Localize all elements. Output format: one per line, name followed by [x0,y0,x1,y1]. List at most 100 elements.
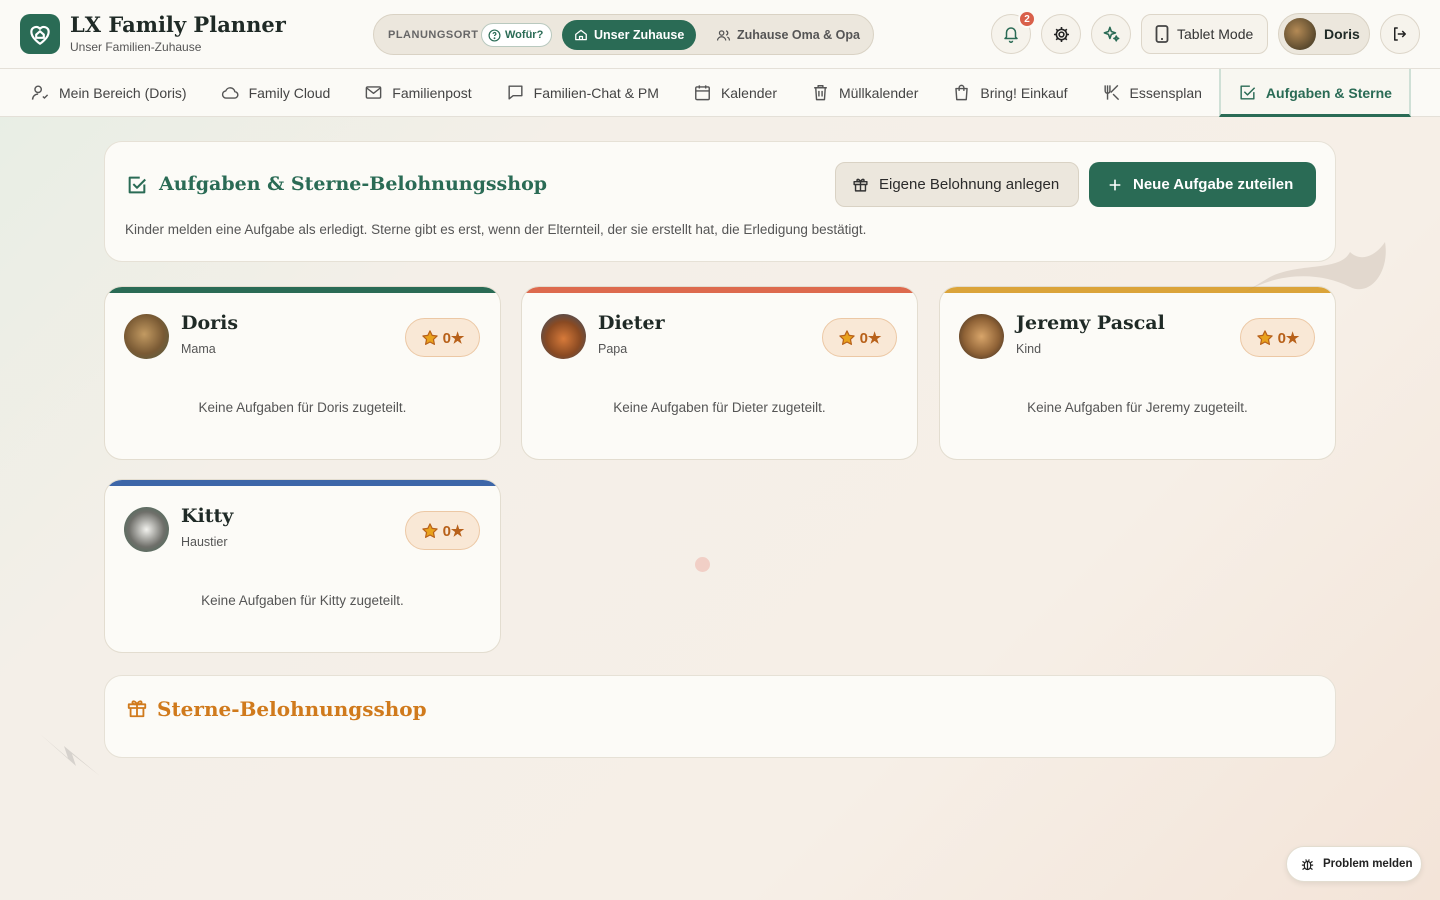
tablet-mode-label: Tablet Mode [1177,26,1254,42]
star-icon [421,329,438,345]
main-navigation: Mein Bereich (Doris) Family Cloud Familien… [0,68,1440,117]
page-title: Aufgaben & Sterne-Belohnungsshop [159,173,548,195]
create-reward-label: Eigene Belohnung anlegen [879,176,1060,193]
tab-user[interactable]: Mein Bereich (Doris) [14,69,204,117]
member-accent-bar [105,287,500,293]
tab-label: Kalender [720,84,777,101]
star-count: 0★ [1277,329,1300,347]
tab-utensils[interactable]: Essensplan [1085,69,1219,117]
top-bar: LX Family Planner Unser Familien-Zuhause… [0,0,1440,69]
lightning-decoration-icon [40,734,100,776]
user-name: Doris [1324,26,1360,42]
sparkles-icon [1103,26,1119,42]
help-button[interactable]: Wofür? [481,23,553,47]
trash-icon [814,85,827,101]
tab-cloud[interactable]: Family Cloud [204,69,348,117]
app-subtitle: Unser Familien-Zuhause [70,40,202,54]
decorative-dot [695,557,710,572]
location-grandparents-home[interactable]: Zuhause Oma & Opa [712,20,864,50]
assign-task-label: Neue Aufgabe zuteilen [1133,176,1294,193]
star-count-badge[interactable]: 0★ [405,318,480,357]
app-logo[interactable] [20,14,60,54]
assign-task-button[interactable]: Neue Aufgabe zuteilen [1089,162,1316,207]
reward-shop-panel: Sterne-Belohnungsshop [104,675,1336,758]
notification-count-badge: 2 [1018,10,1036,28]
users-icon [716,29,731,41]
tab-trash[interactable]: Müllkalender [794,69,935,117]
gear-icon [1053,26,1069,42]
tab-label: Müllkalender [838,84,919,101]
bell-icon [1004,27,1018,43]
member-card: Doris Mama 0★ Keine Aufgaben für Doris zuge… [104,286,501,460]
location-our-home[interactable]: Unser Zuhause [562,20,697,50]
member-role: Mama [181,342,216,356]
tab-shopping-bag[interactable]: Bring! Einkauf [935,69,1084,117]
create-reward-button[interactable]: Eigene Belohnung anlegen [835,162,1079,207]
tab-mail[interactable]: Familienpost [347,69,488,117]
avatar[interactable] [124,507,169,552]
utensils-icon [1103,84,1119,101]
tab-label: Essensplan [1129,84,1202,101]
member-accent-bar [105,480,500,486]
avatar[interactable] [959,314,1004,359]
member-name: Jeremy Pascal [1016,312,1165,334]
planning-location-label: PLANUNGSORT [388,29,479,41]
tab-calendar[interactable]: Kalender [676,69,794,117]
member-accent-bar [522,287,917,293]
star-icon [421,522,438,538]
member-card: Jeremy Pascal Kind 0★ Keine Aufgaben für Je… [939,286,1336,460]
heart-home-icon [30,25,50,45]
tasks-header-panel: Aufgaben & Sterne-Belohnungsshop Eigene … [104,141,1336,262]
planning-location-switch: PLANUNGSORT Wofür? Unser Zuhause Zuhause… [373,14,874,55]
avatar[interactable] [541,314,586,359]
tab-label: Familien-Chat & PM [533,84,659,101]
gift-icon [127,700,147,718]
ai-assistant-button[interactable] [1091,14,1131,54]
mail-icon [365,86,382,99]
tab-check-square[interactable]: Aufgaben & Sterne [1218,68,1411,117]
user-menu-button[interactable]: Doris [1278,13,1370,55]
tab-label: Familienpost [392,84,472,101]
star-icon [1256,329,1273,345]
notifications-button[interactable]: 2 [991,10,1036,54]
empty-tasks-message: Keine Aufgaben für Doris zugeteilt. [198,400,407,415]
check-square-icon [128,176,146,194]
member-card: Dieter Papa 0★ Keine Aufgaben für Dieter zu… [521,286,918,460]
member-role: Papa [598,342,628,356]
settings-button[interactable] [1041,14,1081,54]
empty-tasks-message: Keine Aufgaben für Dieter zugeteilt. [613,400,826,415]
member-name: Dieter [598,312,665,334]
gift-icon [853,178,868,192]
empty-tasks-message: Keine Aufgaben für Jeremy zugeteilt. [1027,400,1248,415]
dragon-decoration-icon [1245,242,1386,292]
calendar-icon [694,85,710,101]
logout-icon [1394,27,1406,41]
empty-tasks-message: Keine Aufgaben für Kitty zugeteilt. [201,593,404,608]
shopping-bag-icon [955,84,969,101]
report-problem-button[interactable]: Problem melden [1286,846,1422,882]
help-label: Wofür? [505,29,544,41]
page-description: Kinder melden eine Aufgabe als erledigt.… [125,222,867,237]
tab-label: Family Cloud [248,84,331,101]
star-count-badge[interactable]: 0★ [1240,318,1315,357]
star-count-badge[interactable]: 0★ [405,511,480,550]
tablet-icon [1155,25,1169,43]
reward-shop-title: Sterne-Belohnungsshop [157,697,427,721]
member-name: Doris [181,312,239,334]
tab-chat[interactable]: Familien-Chat & PM [489,69,676,117]
chat-icon [508,85,523,100]
star-count: 0★ [442,522,465,540]
avatar[interactable] [124,314,169,359]
member-role: Kind [1016,342,1042,356]
member-role: Haustier [181,535,228,549]
tablet-mode-button[interactable]: Tablet Mode [1141,14,1268,54]
tab-label: Mein Bereich (Doris) [59,84,187,101]
cloud-icon [221,87,239,99]
logout-button[interactable] [1380,14,1420,54]
star-icon [838,329,855,345]
home-icon [575,29,587,41]
tab-label: Aufgaben & Sterne [1265,84,1392,101]
star-count-badge[interactable]: 0★ [822,318,897,357]
member-name: Kitty [181,505,234,527]
app-title: LX Family Planner [70,12,286,37]
